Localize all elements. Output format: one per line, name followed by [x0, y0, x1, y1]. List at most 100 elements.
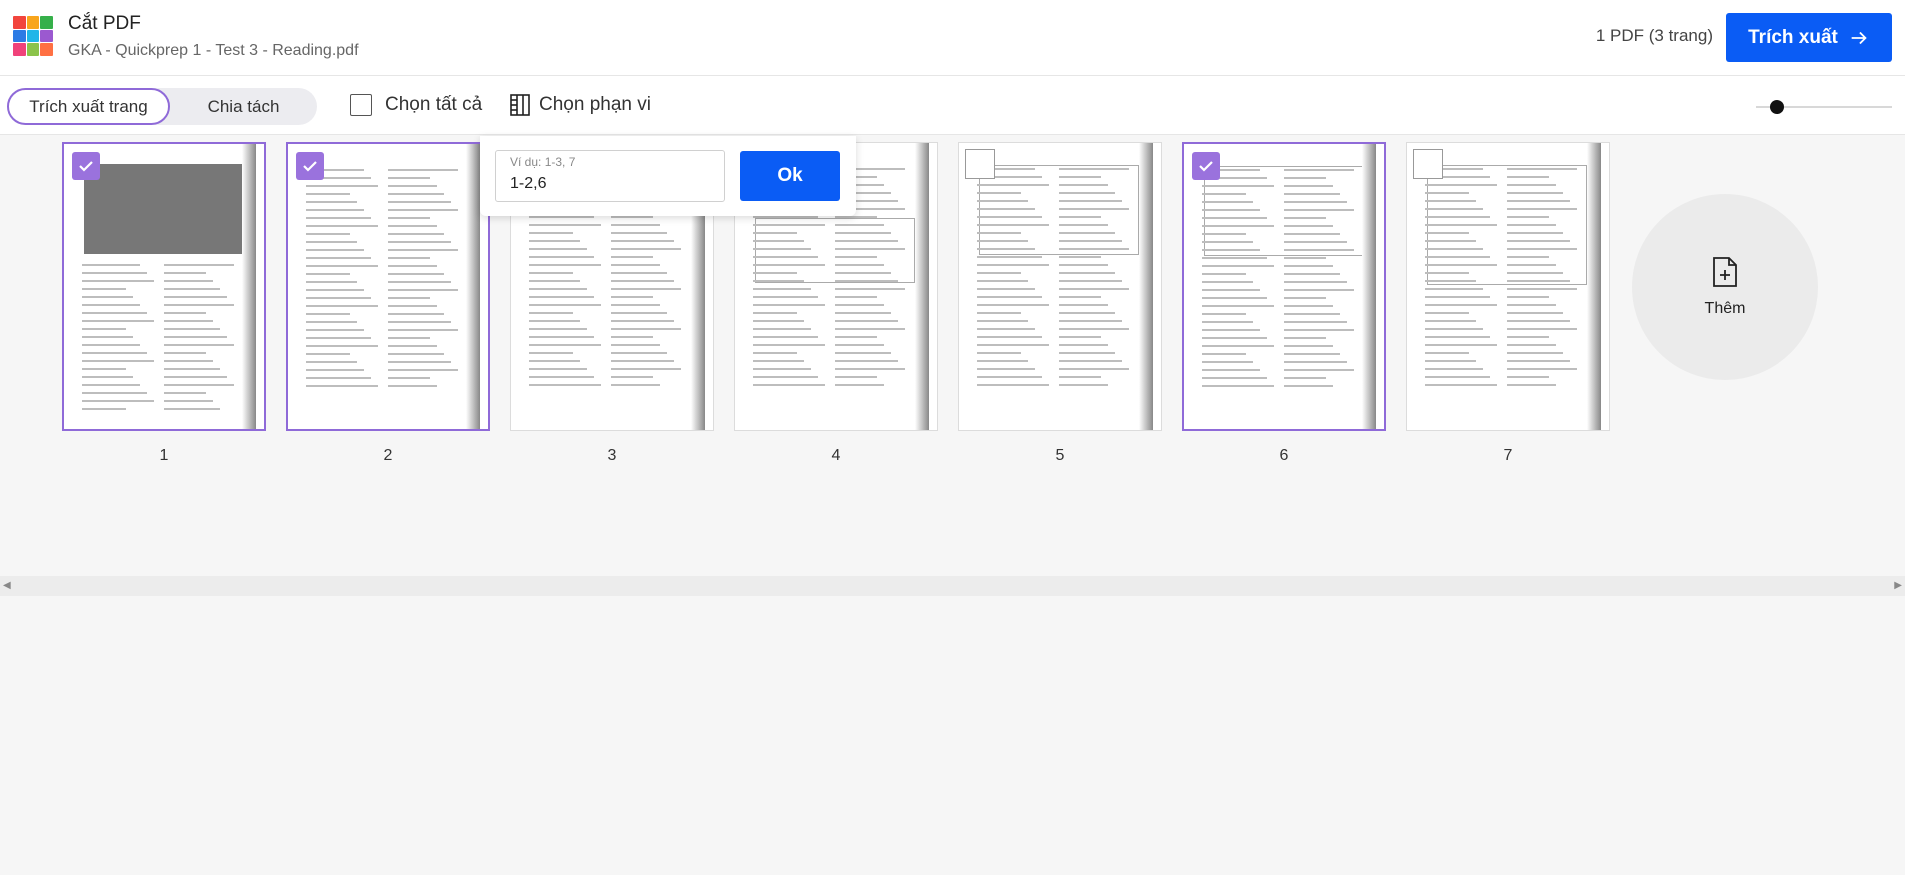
- page-text-line: [977, 336, 1042, 338]
- page-text-line: [1202, 361, 1253, 363]
- page-preview[interactable]: [286, 142, 490, 431]
- page-text-line: [611, 272, 667, 274]
- tab-extract-pages[interactable]: Trích xuất trang: [7, 88, 170, 125]
- page-text-line: [306, 305, 378, 307]
- page-text-line: [977, 272, 1021, 274]
- page-text-line: [1202, 241, 1253, 243]
- page-text-line: [1284, 345, 1333, 347]
- page-text-line: [529, 248, 587, 250]
- page-selected-checkbox[interactable]: [1192, 152, 1220, 180]
- page-text-line: [1284, 289, 1354, 291]
- page-text-line: [1507, 208, 1577, 210]
- scroll-right-icon[interactable]: ▶: [1894, 580, 1902, 591]
- page-text-line: [164, 384, 234, 386]
- page-text-line: [753, 264, 825, 266]
- logo-tile: [26, 16, 40, 29]
- range-ok-button[interactable]: Ok: [740, 151, 840, 201]
- page-text-line: [1284, 281, 1347, 283]
- page-text-line: [1284, 385, 1333, 387]
- page-text-line: [1507, 192, 1563, 194]
- page-preview[interactable]: [62, 142, 266, 431]
- add-file-button[interactable]: Thêm: [1632, 194, 1818, 380]
- page-text-line: [977, 264, 1049, 266]
- page-text-line: [1059, 312, 1115, 314]
- pages-canvas: Thêm 1 2 3 4 5 6 7: [0, 136, 1905, 576]
- range-input[interactable]: Ví dụ: 1-3, 7 1-2,6: [495, 150, 725, 202]
- scroll-left-icon[interactable]: ◀: [3, 580, 11, 591]
- page-text-line: [529, 264, 601, 266]
- page-preview[interactable]: [1182, 142, 1386, 431]
- page-text-line: [1425, 360, 1476, 362]
- page-text-line: [1284, 241, 1347, 243]
- page-text-line: [1202, 385, 1274, 387]
- page-text-line: [1507, 280, 1570, 282]
- page-selected-checkbox[interactable]: [72, 152, 100, 180]
- page-thumbnail-6[interactable]: 6: [1182, 142, 1386, 464]
- page-thumbnail-2[interactable]: 2: [286, 142, 490, 464]
- export-button[interactable]: Trích xuất: [1726, 13, 1892, 62]
- page-text-line: [1284, 377, 1326, 379]
- page-text-line: [164, 344, 234, 346]
- page-text-line: [529, 328, 587, 330]
- page-text-line: [835, 296, 877, 298]
- page-thumbnail-7[interactable]: 7: [1406, 142, 1610, 464]
- page-text-line: [753, 224, 825, 226]
- tab-split[interactable]: Chia tách: [170, 88, 317, 125]
- page-thumbnail-1[interactable]: 1: [62, 142, 266, 464]
- page-text-line: [306, 369, 364, 371]
- page-text-line: [977, 304, 1049, 306]
- page-text-line: [1059, 264, 1108, 266]
- page-text-line: [306, 337, 371, 339]
- page-text-line: [1059, 232, 1115, 234]
- add-file-label: Thêm: [1704, 300, 1746, 317]
- page-text-line: [1425, 280, 1476, 282]
- page-unselected-checkbox[interactable]: [1413, 149, 1443, 179]
- page-text-line: [164, 272, 206, 274]
- page-text-line: [1284, 313, 1340, 315]
- page-preview[interactable]: [958, 142, 1162, 431]
- page-text-line: [82, 352, 147, 354]
- page-text-line: [753, 280, 804, 282]
- page-number: 5: [1055, 447, 1065, 464]
- select-range-button[interactable]: Chọn phạn vi: [509, 93, 651, 117]
- page-text-line: [1202, 345, 1274, 347]
- page-text-line: [1507, 200, 1570, 202]
- page-text-line: [1284, 169, 1354, 171]
- page-text-line: [1507, 304, 1556, 306]
- page-text-line: [82, 336, 133, 338]
- page-text-line: [1425, 256, 1490, 258]
- page-text-line: [753, 248, 811, 250]
- page-text-line: [1059, 328, 1129, 330]
- page-text-line: [611, 360, 674, 362]
- page-text-line: [388, 257, 430, 259]
- select-all-checkbox[interactable]: Chọn tất cả: [350, 94, 482, 116]
- page-text-line: [1202, 257, 1267, 259]
- page-text-line: [529, 296, 594, 298]
- page-thumbnail-5[interactable]: 5: [958, 142, 1162, 464]
- page-preview[interactable]: [1406, 142, 1610, 431]
- page-text-line: [1059, 376, 1101, 378]
- page-text-line: [306, 201, 357, 203]
- page-text-line: [1202, 185, 1274, 187]
- page-text-line: [977, 320, 1028, 322]
- page-text-line: [164, 336, 227, 338]
- logo-tile: [26, 43, 40, 56]
- logo-tile: [40, 16, 53, 29]
- page-unselected-checkbox[interactable]: [965, 149, 995, 179]
- page-text-line: [753, 304, 825, 306]
- page-text-line: [306, 185, 378, 187]
- page-text-line: [1059, 168, 1129, 170]
- page-selected-checkbox[interactable]: [296, 152, 324, 180]
- page-text-line: [1284, 201, 1347, 203]
- zoom-slider-handle[interactable]: [1770, 100, 1784, 114]
- page-text-line: [977, 288, 1035, 290]
- horizontal-scrollbar[interactable]: ◀ ▶: [0, 576, 1905, 596]
- page-text-line: [835, 272, 891, 274]
- page-text-line: [1202, 193, 1246, 195]
- page-text-line: [388, 329, 458, 331]
- page-text-line: [611, 336, 653, 338]
- page-text-line: [1425, 368, 1483, 370]
- page-text-line: [164, 408, 220, 410]
- page-text-line: [164, 296, 227, 298]
- page-text-line: [388, 185, 437, 187]
